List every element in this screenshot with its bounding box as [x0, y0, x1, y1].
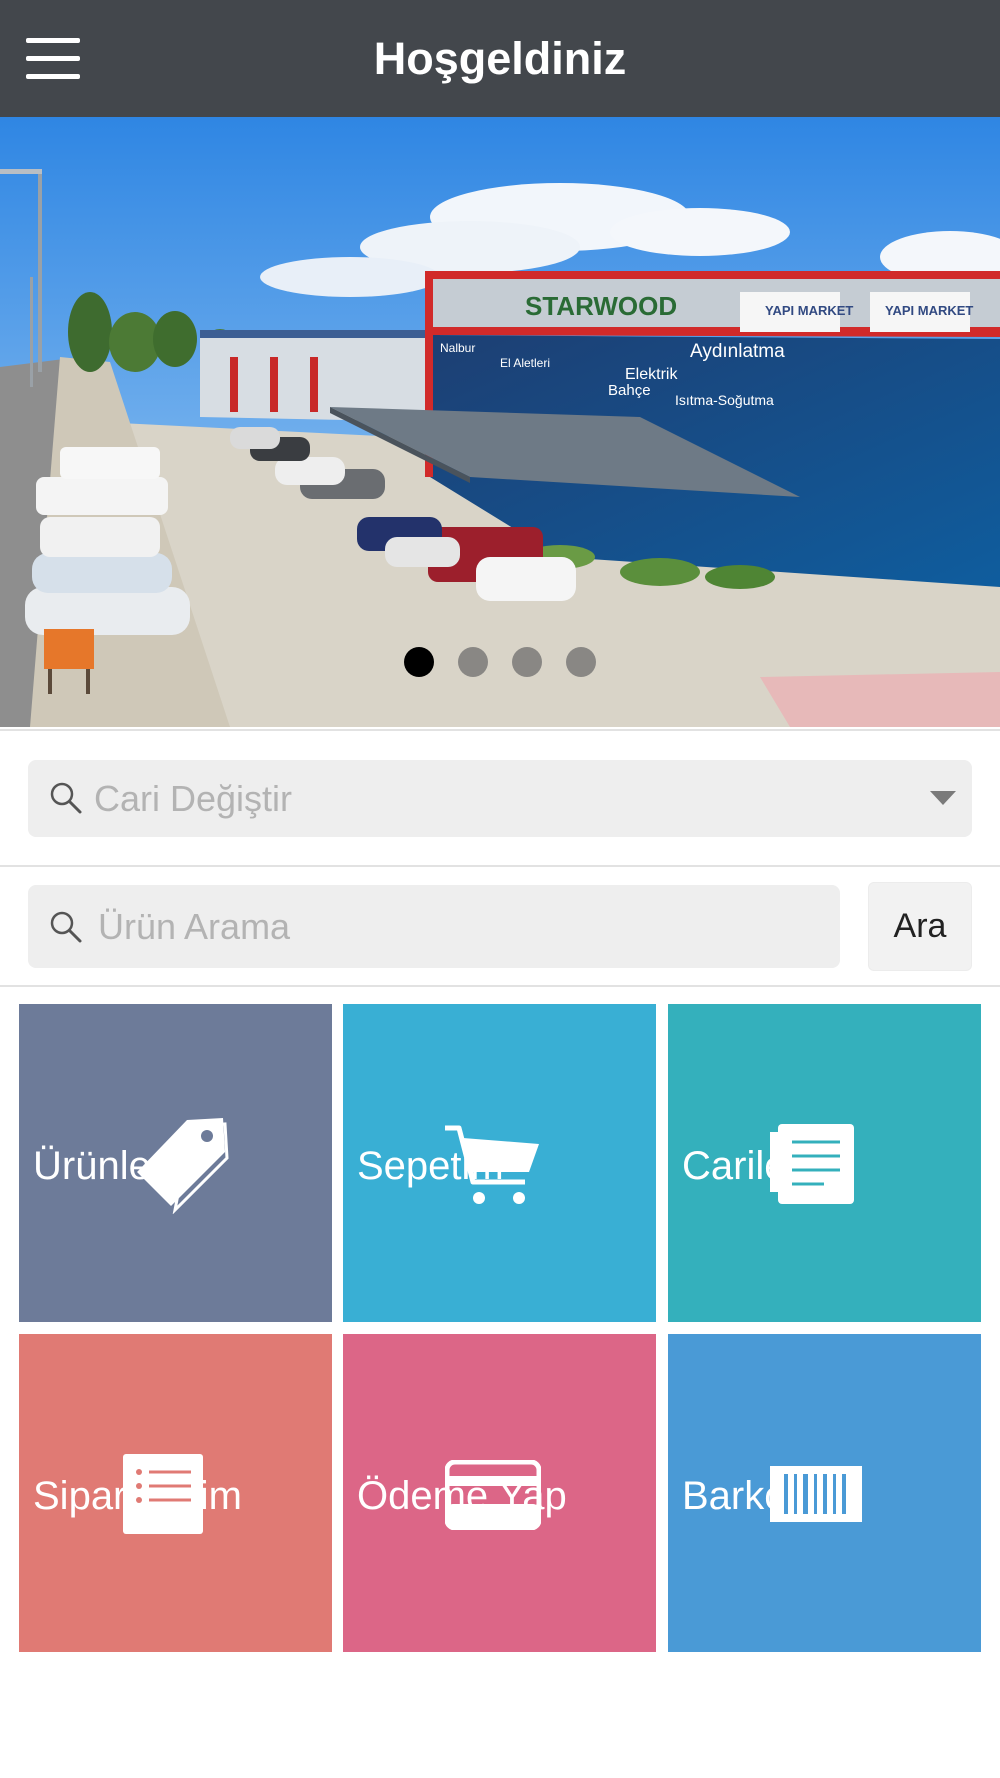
tile-barkod[interactable]: Barkod [668, 1334, 981, 1652]
divider [0, 985, 1000, 987]
svg-text:YAPI MARKET: YAPI MARKET [765, 303, 853, 318]
price-tag-icon [137, 1118, 229, 1214]
tile-cariler[interactable]: Cariler [668, 1004, 981, 1322]
barcode-icon [770, 1466, 862, 1522]
cari-select-placeholder: Cari Değiştir [94, 778, 293, 819]
document-list-icon [770, 1124, 854, 1204]
order-list-icon [123, 1454, 203, 1534]
store-sign: STARWOOD [525, 291, 677, 321]
carousel-indicators [0, 647, 1000, 677]
svg-text:YAPI MARKET: YAPI MARKET [885, 303, 973, 318]
tile-sepetim[interactable]: Sepetim [343, 1004, 656, 1322]
divider [0, 729, 1000, 731]
divider [0, 865, 1000, 867]
carousel-dot-2[interactable] [458, 647, 488, 677]
image-carousel[interactable]: STARWOOD YAPI MARKET YAPI MARKET Aydınla… [0, 117, 1000, 727]
app-header: Hoşgeldiniz [0, 0, 1000, 117]
tile-odeme-yap[interactable]: Ödeme Yap [343, 1334, 656, 1652]
shopping-cart-icon [445, 1125, 539, 1204]
search-icon [50, 782, 82, 814]
chevron-down-icon [930, 791, 956, 805]
svg-text:Bahçe: Bahçe [608, 382, 651, 399]
svg-text:Aydınlatma: Aydınlatma [690, 341, 785, 362]
svg-text:Isıtma-Soğutma: Isıtma-Soğutma [675, 392, 774, 408]
page-title: Hoşgeldiniz [373, 33, 627, 84]
search-icon [50, 911, 82, 943]
credit-card-icon [445, 1460, 541, 1530]
tile-urunler[interactable]: Ürünler [19, 1004, 332, 1322]
carousel-dot-1[interactable] [404, 647, 434, 677]
search-button[interactable]: Ara [868, 882, 972, 971]
tile-siparislerim[interactable]: Siparişlerim [19, 1334, 332, 1652]
product-search-input[interactable] [98, 885, 818, 968]
svg-text:Elektrik: Elektrik [625, 366, 678, 383]
hamburger-menu-icon[interactable] [26, 38, 80, 80]
cari-select[interactable]: Cari Değiştir [28, 760, 972, 837]
svg-text:El Aletleri: El Aletleri [500, 356, 550, 370]
storefront-photo: STARWOOD YAPI MARKET YAPI MARKET Aydınla… [0, 117, 1000, 727]
carousel-dot-4[interactable] [566, 647, 596, 677]
carousel-dot-3[interactable] [512, 647, 542, 677]
product-search-box [28, 885, 840, 968]
svg-text:Nalbur: Nalbur [440, 341, 475, 355]
